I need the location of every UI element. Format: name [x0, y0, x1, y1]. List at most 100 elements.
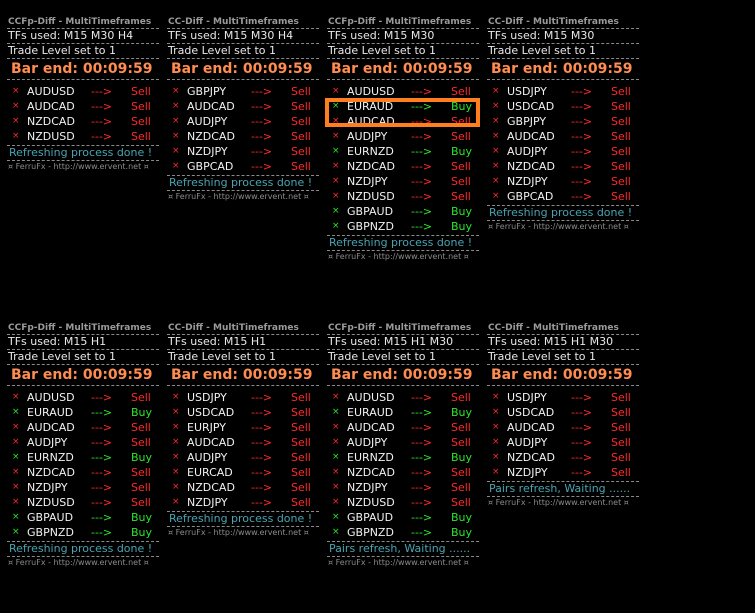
arrow-label: ---> — [571, 190, 593, 203]
sell-x-mark-icon: × — [172, 392, 180, 402]
panel-title: CCFp-Diff - MultiTimeframes — [327, 16, 479, 29]
trade-level-label: Trade Level set to 1 — [7, 44, 159, 59]
signal-row: × NZDCAD ---> Sell — [167, 480, 319, 495]
signal-label: Sell — [611, 160, 631, 173]
panel-ccfp-m15-m30-h4: CCFp-Diff - MultiTimeframes TFs used: M1… — [7, 16, 159, 173]
sell-x-mark-icon: × — [172, 422, 180, 432]
buy-x-mark-icon: × — [12, 512, 20, 522]
pair-label: NZDJPY — [347, 481, 388, 494]
footer-credit: ¤ FerruFx - http://www.ervent.net ¤ — [488, 498, 629, 507]
sell-x-mark-icon: × — [492, 116, 500, 126]
pair-label: NZDUSD — [27, 496, 75, 509]
sell-x-mark-icon: × — [492, 407, 500, 417]
sell-x-mark-icon: × — [12, 467, 20, 477]
sell-x-mark-icon: × — [492, 392, 500, 402]
pair-label: NZDJPY — [187, 145, 228, 158]
footer-credit: ¤ FerruFx - http://www.ervent.net ¤ — [328, 252, 469, 261]
buy-x-mark-icon: × — [12, 452, 20, 462]
arrow-label: ---> — [571, 145, 593, 158]
sell-x-mark-icon: × — [492, 101, 500, 111]
pair-label: NZDJPY — [507, 466, 548, 479]
status-line: Pairs refresh, Waiting ...... — [487, 481, 639, 497]
panel-title: CC-Diff - MultiTimeframes — [167, 322, 319, 335]
sell-x-mark-icon: × — [172, 452, 180, 462]
sell-x-mark-icon: × — [492, 467, 500, 477]
sell-x-mark-icon: × — [172, 161, 180, 171]
pair-label: EURNZD — [347, 451, 394, 464]
signal-row: × EURNZD ---> Buy — [327, 144, 479, 159]
signal-row: × AUDUSD ---> Sell — [7, 84, 159, 99]
signal-label: Sell — [611, 190, 631, 203]
arrow-label: ---> — [411, 451, 433, 464]
arrow-label: ---> — [411, 421, 433, 434]
signal-label: Sell — [611, 421, 631, 434]
signal-label: Sell — [131, 85, 151, 98]
signal-label: Sell — [131, 496, 151, 509]
signal-row: × AUDJPY ---> Sell — [327, 435, 479, 450]
arrow-label: ---> — [571, 175, 593, 188]
signal-label: Buy — [131, 511, 153, 524]
arrow-label: ---> — [411, 496, 433, 509]
bar-end-timer: Bar end: 00:09:59 — [167, 365, 319, 386]
arrow-label: ---> — [251, 85, 273, 98]
signal-label: Sell — [451, 160, 471, 173]
status-line: Refreshing process done ! — [167, 511, 319, 527]
signal-label: Sell — [291, 406, 311, 419]
arrow-label: ---> — [91, 391, 113, 404]
signal-label: Sell — [131, 436, 151, 449]
panel-ccfp-m15-m30: CCFp-Diff - MultiTimeframes TFs used: M1… — [327, 16, 479, 263]
pair-label: GBPJPY — [507, 115, 547, 128]
signal-list: × AUDUSD ---> Sell × AUDCAD ---> Sell × NZDCAD ---… — [7, 80, 159, 144]
signal-row: × AUDUSD ---> Sell — [327, 84, 479, 99]
trade-level-label: Trade Level set to 1 — [7, 350, 159, 365]
trade-level-label: Trade Level set to 1 — [327, 350, 479, 365]
panel-title: CC-Diff - MultiTimeframes — [167, 16, 319, 29]
arrow-label: ---> — [251, 496, 273, 509]
signal-label: Sell — [611, 436, 631, 449]
pair-label: AUDJPY — [187, 451, 228, 464]
status-line: Pairs refresh, Waiting ...... — [327, 541, 479, 557]
pair-label: AUDCAD — [187, 436, 235, 449]
sell-x-mark-icon: × — [492, 452, 500, 462]
signal-label: Sell — [131, 130, 151, 143]
pair-label: AUDUSD — [347, 391, 395, 404]
bar-end-timer: Bar end: 00:09:59 — [327, 365, 479, 386]
pair-label: NZDCAD — [507, 160, 555, 173]
pair-label: USDCAD — [187, 406, 235, 419]
arrow-label: ---> — [91, 436, 113, 449]
pair-label: GBPNZD — [347, 220, 394, 233]
signal-label: Sell — [611, 466, 631, 479]
signal-row: × GBPJPY ---> Sell — [487, 114, 639, 129]
arrow-label: ---> — [251, 481, 273, 494]
signal-label: Sell — [291, 481, 311, 494]
signal-row: × USDCAD ---> Sell — [487, 405, 639, 420]
signal-row: × NZDJPY ---> Sell — [327, 174, 479, 189]
panel-title: CCFp-Diff - MultiTimeframes — [7, 16, 159, 29]
signal-row: × USDJPY ---> Sell — [167, 390, 319, 405]
signal-row: × EURAUD ---> Buy — [7, 405, 159, 420]
signal-row: × EURNZD ---> Buy — [327, 450, 479, 465]
sell-x-mark-icon: × — [172, 131, 180, 141]
sell-x-mark-icon: × — [172, 482, 180, 492]
pair-label: USDJPY — [187, 391, 227, 404]
signal-label: Buy — [131, 451, 153, 464]
signal-row: × AUDJPY ---> Sell — [327, 129, 479, 144]
trade-level-label: Trade Level set to 1 — [167, 44, 319, 59]
arrow-label: ---> — [251, 421, 273, 434]
sell-x-mark-icon: × — [12, 392, 20, 402]
arrow-label: ---> — [571, 130, 593, 143]
signal-label: Sell — [451, 466, 471, 479]
signal-row: × NZDJPY ---> Sell — [327, 480, 479, 495]
arrow-label: ---> — [91, 466, 113, 479]
trade-level-label: Trade Level set to 1 — [487, 350, 639, 365]
tfs-used-label: TFs used: M15 H1 — [167, 335, 319, 350]
footer-credit: ¤ FerruFx - http://www.ervent.net ¤ — [8, 558, 149, 567]
pair-label: AUDCAD — [507, 421, 555, 434]
status-line: Refreshing process done ! — [487, 205, 639, 221]
signal-label: Buy — [451, 526, 473, 539]
pair-label: NZDCAD — [187, 130, 235, 143]
signal-label: Sell — [451, 496, 471, 509]
pair-label: AUDCAD — [27, 421, 75, 434]
sell-x-mark-icon: × — [12, 101, 20, 111]
signal-list: × USDJPY ---> Sell × USDCAD ---> Sell × AUDCAD ---… — [487, 386, 639, 480]
